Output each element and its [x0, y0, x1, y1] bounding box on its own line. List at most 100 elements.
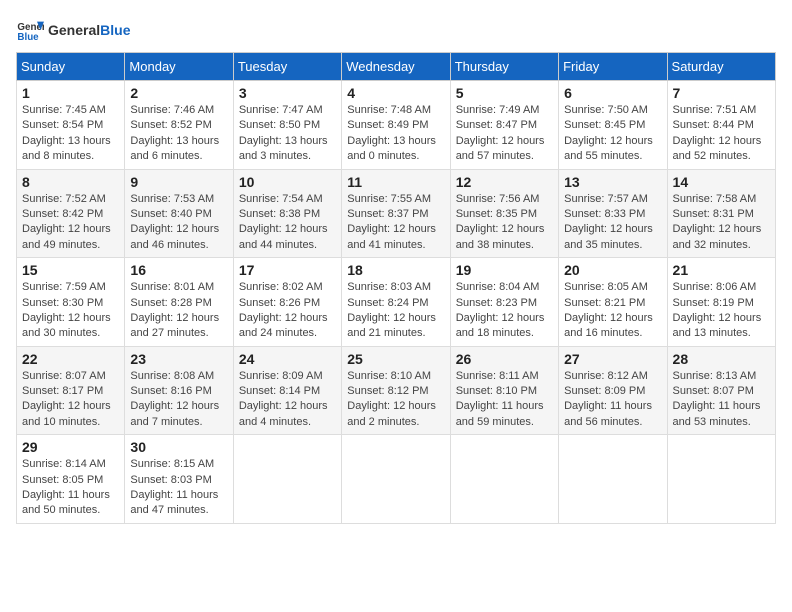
- weekday-header-wednesday: Wednesday: [342, 53, 450, 81]
- daylight-label: Daylight: 12 hours and 46 minutes.: [130, 223, 219, 250]
- daylight-label: Daylight: 12 hours and 27 minutes.: [130, 312, 219, 339]
- day-number: 6: [564, 85, 661, 101]
- daylight-label: Daylight: 12 hours and 7 minutes.: [130, 400, 219, 427]
- day-number: 4: [347, 85, 444, 101]
- sunset-label: Sunset: 8:37 PM: [347, 208, 428, 220]
- day-info: Sunrise: 8:13 AM Sunset: 8:07 PM Dayligh…: [673, 369, 770, 431]
- day-cell: 1 Sunrise: 7:45 AM Sunset: 8:54 PM Dayli…: [17, 81, 125, 170]
- day-cell: 23 Sunrise: 8:08 AM Sunset: 8:16 PM Dayl…: [125, 346, 233, 435]
- day-cell: 3 Sunrise: 7:47 AM Sunset: 8:50 PM Dayli…: [233, 81, 341, 170]
- day-cell: 16 Sunrise: 8:01 AM Sunset: 8:28 PM Dayl…: [125, 258, 233, 347]
- day-cell: 26 Sunrise: 8:11 AM Sunset: 8:10 PM Dayl…: [450, 346, 558, 435]
- day-cell: 5 Sunrise: 7:49 AM Sunset: 8:47 PM Dayli…: [450, 81, 558, 170]
- day-cell: 27 Sunrise: 8:12 AM Sunset: 8:09 PM Dayl…: [559, 346, 667, 435]
- daylight-label: Daylight: 13 hours and 3 minutes.: [239, 135, 328, 162]
- day-info: Sunrise: 8:01 AM Sunset: 8:28 PM Dayligh…: [130, 280, 227, 342]
- day-cell: 7 Sunrise: 7:51 AM Sunset: 8:44 PM Dayli…: [667, 81, 775, 170]
- day-info: Sunrise: 8:12 AM Sunset: 8:09 PM Dayligh…: [564, 369, 661, 431]
- sunrise-label: Sunrise: 8:09 AM: [239, 370, 323, 382]
- day-cell: 9 Sunrise: 7:53 AM Sunset: 8:40 PM Dayli…: [125, 169, 233, 258]
- day-number: 30: [130, 439, 227, 455]
- daylight-label: Daylight: 12 hours and 2 minutes.: [347, 400, 436, 427]
- day-info: Sunrise: 7:55 AM Sunset: 8:37 PM Dayligh…: [347, 192, 444, 254]
- day-info: Sunrise: 7:58 AM Sunset: 8:31 PM Dayligh…: [673, 192, 770, 254]
- weekday-header-monday: Monday: [125, 53, 233, 81]
- day-cell: 6 Sunrise: 7:50 AM Sunset: 8:45 PM Dayli…: [559, 81, 667, 170]
- day-number: 29: [22, 439, 119, 455]
- daylight-label: Daylight: 11 hours and 59 minutes.: [456, 400, 544, 427]
- sunrise-label: Sunrise: 8:05 AM: [564, 281, 648, 293]
- daylight-label: Daylight: 11 hours and 56 minutes.: [564, 400, 652, 427]
- sunrise-label: Sunrise: 8:04 AM: [456, 281, 540, 293]
- sunrise-label: Sunrise: 7:59 AM: [22, 281, 106, 293]
- sunset-label: Sunset: 8:23 PM: [456, 297, 537, 309]
- day-info: Sunrise: 7:46 AM Sunset: 8:52 PM Dayligh…: [130, 103, 227, 165]
- sunset-label: Sunset: 8:12 PM: [347, 385, 428, 397]
- sunset-label: Sunset: 8:07 PM: [673, 385, 754, 397]
- sunset-label: Sunset: 8:10 PM: [456, 385, 537, 397]
- day-cell: [667, 435, 775, 524]
- sunset-label: Sunset: 8:33 PM: [564, 208, 645, 220]
- week-row-5: 29 Sunrise: 8:14 AM Sunset: 8:05 PM Dayl…: [17, 435, 776, 524]
- sunset-label: Sunset: 8:40 PM: [130, 208, 211, 220]
- day-info: Sunrise: 8:15 AM Sunset: 8:03 PM Dayligh…: [130, 457, 227, 519]
- sunrise-label: Sunrise: 7:51 AM: [673, 104, 757, 116]
- sunrise-label: Sunrise: 7:53 AM: [130, 193, 214, 205]
- sunrise-label: Sunrise: 8:13 AM: [673, 370, 757, 382]
- sunrise-label: Sunrise: 7:48 AM: [347, 104, 431, 116]
- day-cell: 15 Sunrise: 7:59 AM Sunset: 8:30 PM Dayl…: [17, 258, 125, 347]
- day-info: Sunrise: 8:10 AM Sunset: 8:12 PM Dayligh…: [347, 369, 444, 431]
- daylight-label: Daylight: 12 hours and 55 minutes.: [564, 135, 653, 162]
- week-row-2: 8 Sunrise: 7:52 AM Sunset: 8:42 PM Dayli…: [17, 169, 776, 258]
- daylight-label: Daylight: 12 hours and 13 minutes.: [673, 312, 762, 339]
- day-cell: 11 Sunrise: 7:55 AM Sunset: 8:37 PM Dayl…: [342, 169, 450, 258]
- day-cell: 21 Sunrise: 8:06 AM Sunset: 8:19 PM Dayl…: [667, 258, 775, 347]
- day-number: 7: [673, 85, 770, 101]
- day-cell: 8 Sunrise: 7:52 AM Sunset: 8:42 PM Dayli…: [17, 169, 125, 258]
- sunset-label: Sunset: 8:54 PM: [22, 119, 103, 131]
- daylight-label: Daylight: 12 hours and 35 minutes.: [564, 223, 653, 250]
- day-number: 26: [456, 351, 553, 367]
- sunrise-label: Sunrise: 7:46 AM: [130, 104, 214, 116]
- day-info: Sunrise: 7:47 AM Sunset: 8:50 PM Dayligh…: [239, 103, 336, 165]
- sunrise-label: Sunrise: 7:47 AM: [239, 104, 323, 116]
- day-cell: 4 Sunrise: 7:48 AM Sunset: 8:49 PM Dayli…: [342, 81, 450, 170]
- daylight-label: Daylight: 12 hours and 24 minutes.: [239, 312, 328, 339]
- sunset-label: Sunset: 8:35 PM: [456, 208, 537, 220]
- sunset-label: Sunset: 8:30 PM: [22, 297, 103, 309]
- day-number: 27: [564, 351, 661, 367]
- sunset-label: Sunset: 8:05 PM: [22, 474, 103, 486]
- sunset-label: Sunset: 8:38 PM: [239, 208, 320, 220]
- day-number: 28: [673, 351, 770, 367]
- day-cell: 28 Sunrise: 8:13 AM Sunset: 8:07 PM Dayl…: [667, 346, 775, 435]
- day-number: 11: [347, 174, 444, 190]
- sunrise-label: Sunrise: 8:14 AM: [22, 458, 106, 470]
- daylight-label: Daylight: 13 hours and 8 minutes.: [22, 135, 111, 162]
- sunset-label: Sunset: 8:45 PM: [564, 119, 645, 131]
- sunset-label: Sunset: 8:47 PM: [456, 119, 537, 131]
- sunset-label: Sunset: 8:50 PM: [239, 119, 320, 131]
- svg-text:Blue: Blue: [17, 32, 39, 43]
- day-info: Sunrise: 7:51 AM Sunset: 8:44 PM Dayligh…: [673, 103, 770, 165]
- day-number: 18: [347, 262, 444, 278]
- day-info: Sunrise: 7:52 AM Sunset: 8:42 PM Dayligh…: [22, 192, 119, 254]
- day-number: 1: [22, 85, 119, 101]
- day-info: Sunrise: 8:05 AM Sunset: 8:21 PM Dayligh…: [564, 280, 661, 342]
- week-row-1: 1 Sunrise: 7:45 AM Sunset: 8:54 PM Dayli…: [17, 81, 776, 170]
- day-info: Sunrise: 7:48 AM Sunset: 8:49 PM Dayligh…: [347, 103, 444, 165]
- day-number: 23: [130, 351, 227, 367]
- day-cell: 10 Sunrise: 7:54 AM Sunset: 8:38 PM Dayl…: [233, 169, 341, 258]
- sunrise-label: Sunrise: 7:49 AM: [456, 104, 540, 116]
- weekday-header-saturday: Saturday: [667, 53, 775, 81]
- sunset-label: Sunset: 8:21 PM: [564, 297, 645, 309]
- daylight-label: Daylight: 12 hours and 52 minutes.: [673, 135, 762, 162]
- day-info: Sunrise: 8:06 AM Sunset: 8:19 PM Dayligh…: [673, 280, 770, 342]
- daylight-label: Daylight: 12 hours and 21 minutes.: [347, 312, 436, 339]
- week-row-3: 15 Sunrise: 7:59 AM Sunset: 8:30 PM Dayl…: [17, 258, 776, 347]
- weekday-header-sunday: Sunday: [17, 53, 125, 81]
- weekday-header-friday: Friday: [559, 53, 667, 81]
- daylight-label: Daylight: 12 hours and 4 minutes.: [239, 400, 328, 427]
- day-info: Sunrise: 7:57 AM Sunset: 8:33 PM Dayligh…: [564, 192, 661, 254]
- day-info: Sunrise: 8:08 AM Sunset: 8:16 PM Dayligh…: [130, 369, 227, 431]
- day-info: Sunrise: 7:53 AM Sunset: 8:40 PM Dayligh…: [130, 192, 227, 254]
